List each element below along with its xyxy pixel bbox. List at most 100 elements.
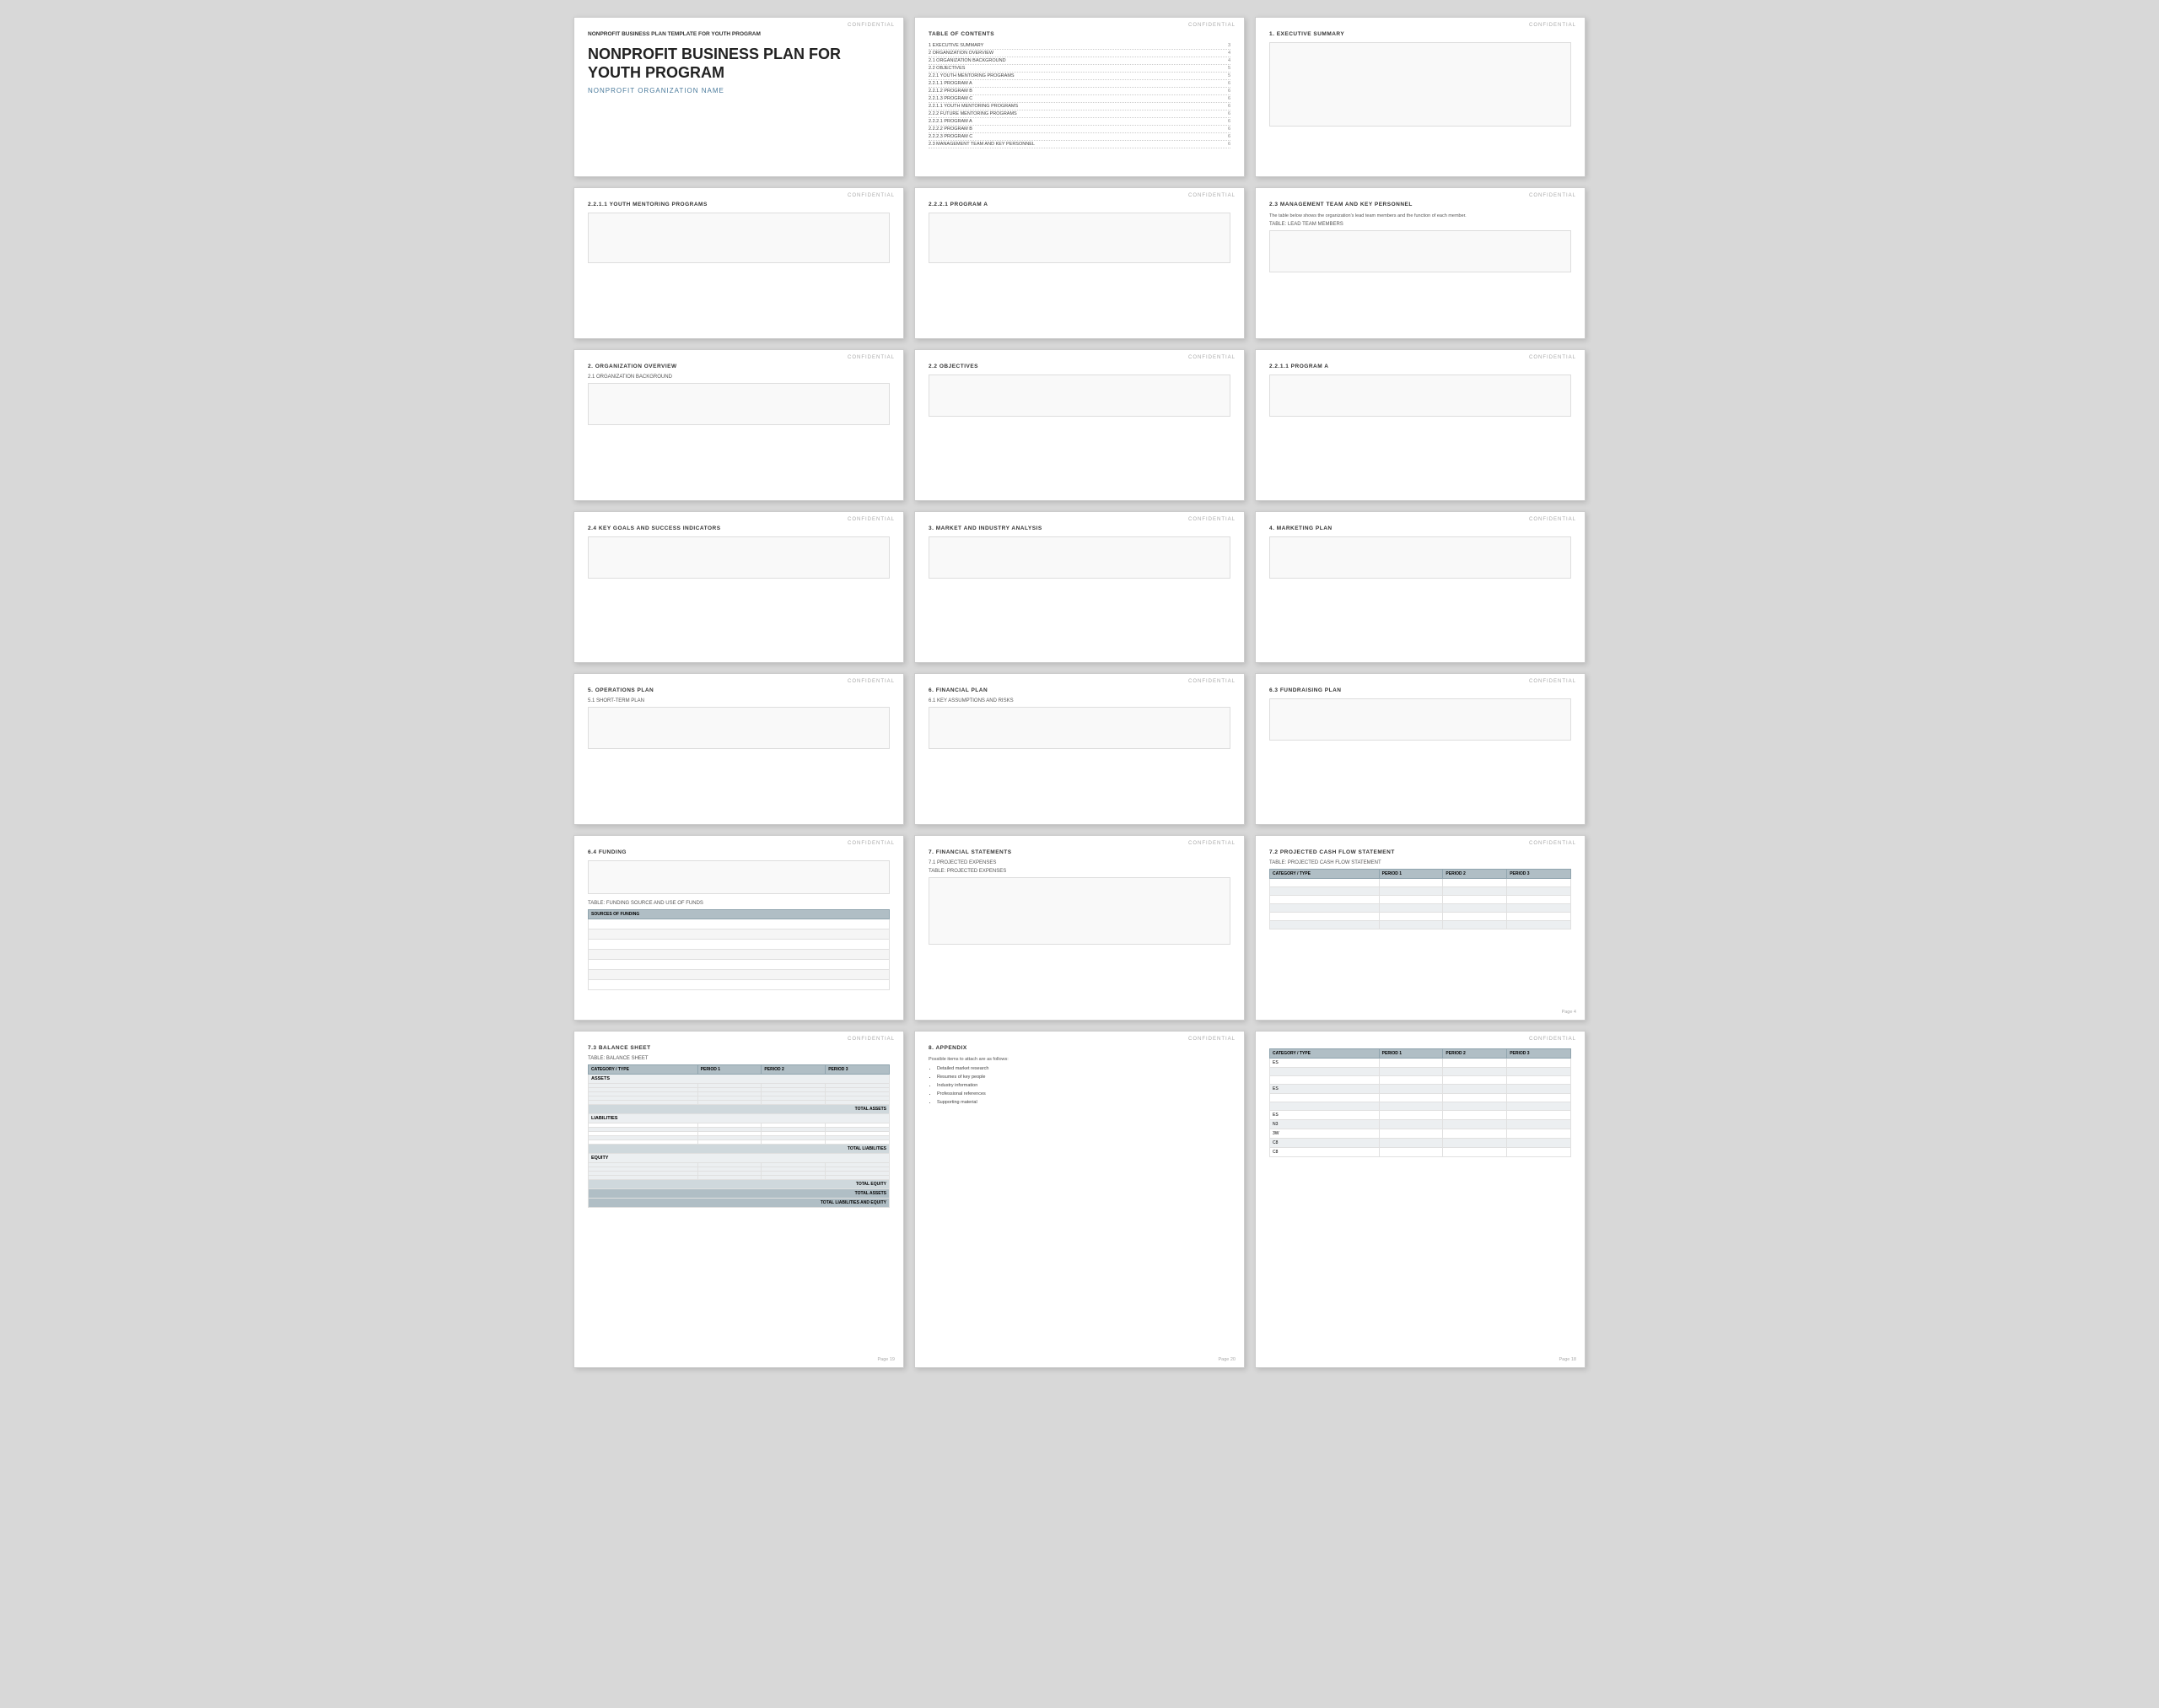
market-analysis-title: 3. MARKET AND INDUSTRY ANALYSIS: [929, 525, 1230, 531]
table-row: [589, 960, 890, 970]
list-item: Industry information: [937, 1082, 1230, 1091]
table-row: [1270, 1076, 1571, 1085]
management-table-label: TABLE: LEAD TEAM MEMBERS: [1269, 222, 1571, 227]
table-row: ES: [1270, 1059, 1571, 1068]
toc-item: 2.1 ORGANIZATION BACKGROUND4: [929, 57, 1230, 65]
confidential-label: CONFIDENTIAL: [1529, 679, 1576, 684]
toc-item: 2.2.1.2 PROGRAM B6: [929, 88, 1230, 95]
balance-table: CATEGORY / TYPE PERIOD 1 PERIOD 2 PERIOD…: [588, 1064, 890, 1208]
org-overview-title: 2. ORGANIZATION OVERVIEW: [588, 364, 890, 369]
balance-col-p2: PERIOD 2: [762, 1065, 826, 1075]
marketing-plan-card: CONFIDENTIAL 4. MARKETING PLAN: [1255, 511, 1586, 663]
org-overview-card: CONFIDENTIAL 2. ORGANIZATION OVERVIEW 2.…: [573, 349, 904, 501]
toc-list: 1 EXECUTIVE SUMMARY32 ORGANIZATION OVERV…: [929, 42, 1230, 148]
table-row: [1270, 887, 1571, 896]
table-section-label: ASSETS: [589, 1075, 890, 1084]
financial-statements-table-label: TABLE: PROJECTED EXPENSES: [929, 869, 1230, 874]
management-team-card: CONFIDENTIAL 2.3 MANAGEMENT TEAM AND KEY…: [1255, 187, 1586, 339]
toc-item: 2.2.1.3 PROGRAM C6: [929, 95, 1230, 103]
cover-card: CONFIDENTIAL NONPROFIT BUSINESS PLAN TEM…: [573, 17, 904, 177]
page-number: Page 18: [1559, 1357, 1577, 1362]
list-item: Resumes of key people: [937, 1074, 1230, 1082]
table-row: N3: [1270, 1120, 1571, 1129]
table-row: [1270, 1068, 1571, 1076]
table-grand-total: TOTAL LIABILITIES AND EQUITY: [589, 1199, 890, 1208]
table-row: [1270, 896, 1571, 904]
financial-statements-subtitle: 7.1 PROJECTED EXPENSES: [929, 860, 1230, 865]
exec-summary-title: 1. EXECUTIVE SUMMARY: [1269, 31, 1571, 37]
management-desc: The table below shows the organization's…: [1269, 213, 1571, 219]
funding-content: [588, 860, 890, 894]
youth-mentoring-content: [588, 213, 890, 263]
table-row: 3W: [1270, 1129, 1571, 1139]
toc-item: 2.2.1.1 YOUTH MENTORING PROGRAMS6: [929, 103, 1230, 110]
management-table-content: [1269, 230, 1571, 272]
program-a1-content: [929, 213, 1230, 263]
confidential-label: CONFIDENTIAL: [848, 355, 895, 360]
key-goals-title: 2.4 KEY GOALS AND SUCCESS INDICATORS: [588, 525, 890, 531]
table-row: [1270, 921, 1571, 929]
confidential-label: CONFIDENTIAL: [1529, 23, 1576, 28]
youth-mentoring-title: 2.2.1.1 YOUTH MENTORING PROGRAMS: [588, 202, 890, 207]
table-section-label: LIABILITIES: [589, 1114, 890, 1123]
col-period2: PERIOD 2: [1443, 1049, 1507, 1059]
appendix-list: Detailed market researchResumes of key p…: [929, 1065, 1230, 1107]
financial-plan-title: 6. FINANCIAL PLAN: [929, 687, 1230, 693]
exec-summary-card: CONFIDENTIAL 1. EXECUTIVE SUMMARY: [1255, 17, 1586, 177]
program-a2-card: CONFIDENTIAL 2.2.1.1 PROGRAM A: [1255, 349, 1586, 501]
table-grand-total: TOTAL ASSETS: [589, 1189, 890, 1199]
page-number: Page 19: [878, 1357, 896, 1362]
col-category: CATEGORY / TYPE: [1270, 870, 1380, 879]
toc-item: 2.3 MANAGEMENT TEAM AND KEY PERSONNEL6: [929, 141, 1230, 148]
col-period3: PERIOD 3: [1507, 870, 1571, 879]
page-number: Page 20: [1219, 1357, 1236, 1362]
table-row: [589, 940, 890, 950]
table-section-label: EQUITY: [589, 1154, 890, 1163]
page-number: Page 4: [1562, 1010, 1576, 1015]
org-overview-subtitle: 2.1 ORGANIZATION BACKGROUND: [588, 374, 890, 380]
toc-item: 2.2 OBJECTIVES5: [929, 65, 1230, 73]
table-row: [1270, 913, 1571, 921]
balance-table-label: TABLE: BALANCE SHEET: [588, 1056, 890, 1061]
confidential-label: CONFIDENTIAL: [1188, 23, 1236, 28]
funding-card: CONFIDENTIAL 6.4 FUNDING TABLE: FUNDING …: [573, 835, 904, 1021]
marketing-plan-content: [1269, 536, 1571, 579]
funding-table-label: TABLE: FUNDING SOURCE AND USE OF FUNDS: [588, 901, 890, 906]
exec-summary-content: [1269, 42, 1571, 127]
org-overview-content: [588, 383, 890, 425]
appendix-intro: Possible items to attach are as follows:: [929, 1056, 1230, 1063]
marketing-plan-title: 4. MARKETING PLAN: [1269, 525, 1571, 531]
table-row: [1270, 904, 1571, 913]
balance-col-p1: PERIOD 1: [697, 1065, 762, 1075]
fundraising-plan-content: [1269, 698, 1571, 741]
table-row: [589, 950, 890, 960]
financial-plan-subtitle: 6.1 KEY ASSUMPTIONS AND RISKS: [929, 698, 1230, 703]
operations-plan-subtitle: 5.1 SHORT-TERM PLAN: [588, 698, 890, 703]
appendix-title: 8. APPENDIX: [929, 1045, 1230, 1051]
toc-item: 2 ORGANIZATION OVERVIEW4: [929, 50, 1230, 57]
objectives-title: 2.2 OBJECTIVES: [929, 364, 1230, 369]
operations-plan-title: 5. OPERATIONS PLAN: [588, 687, 890, 693]
list-item: Supporting material: [937, 1099, 1230, 1107]
program-a2-content: [1269, 374, 1571, 417]
cover-org-name: NONPROFIT BUSINESS PLAN TEMPLATE FOR YOU…: [588, 31, 890, 37]
toc-item: 2.2.1.1 PROGRAM A6: [929, 80, 1230, 88]
balance-col-p3: PERIOD 3: [826, 1065, 890, 1075]
sources-header: SOURCES OF FUNDING: [589, 910, 890, 919]
confidential-label: CONFIDENTIAL: [848, 23, 895, 28]
list-item: Detailed market research: [937, 1065, 1230, 1074]
appendix-card: CONFIDENTIAL 8. APPENDIX Possible items …: [914, 1031, 1245, 1368]
toc-item: 2.2.2.3 PROGRAM C6: [929, 133, 1230, 141]
balance-col-category: CATEGORY / TYPE: [589, 1065, 698, 1075]
program-a2-title: 2.2.1.1 PROGRAM A: [1269, 364, 1571, 369]
objectives-content: [929, 374, 1230, 417]
table-row: ES: [1270, 1085, 1571, 1094]
financial-plan-content: [929, 707, 1230, 749]
table-row: [589, 919, 890, 929]
col-period1: PERIOD 1: [1379, 1049, 1443, 1059]
program-a1-card: CONFIDENTIAL 2.2.2.1 PROGRAM A: [914, 187, 1245, 339]
table-total-row: TOTAL ASSETS: [589, 1105, 890, 1114]
financial-statements-card: CONFIDENTIAL 7. FINANCIAL STATEMENTS 7.1…: [914, 835, 1245, 1021]
table-row: C8: [1270, 1148, 1571, 1157]
projected-cash-title: 7.2 PROJECTED CASH FLOW STATEMENT: [1269, 849, 1571, 855]
